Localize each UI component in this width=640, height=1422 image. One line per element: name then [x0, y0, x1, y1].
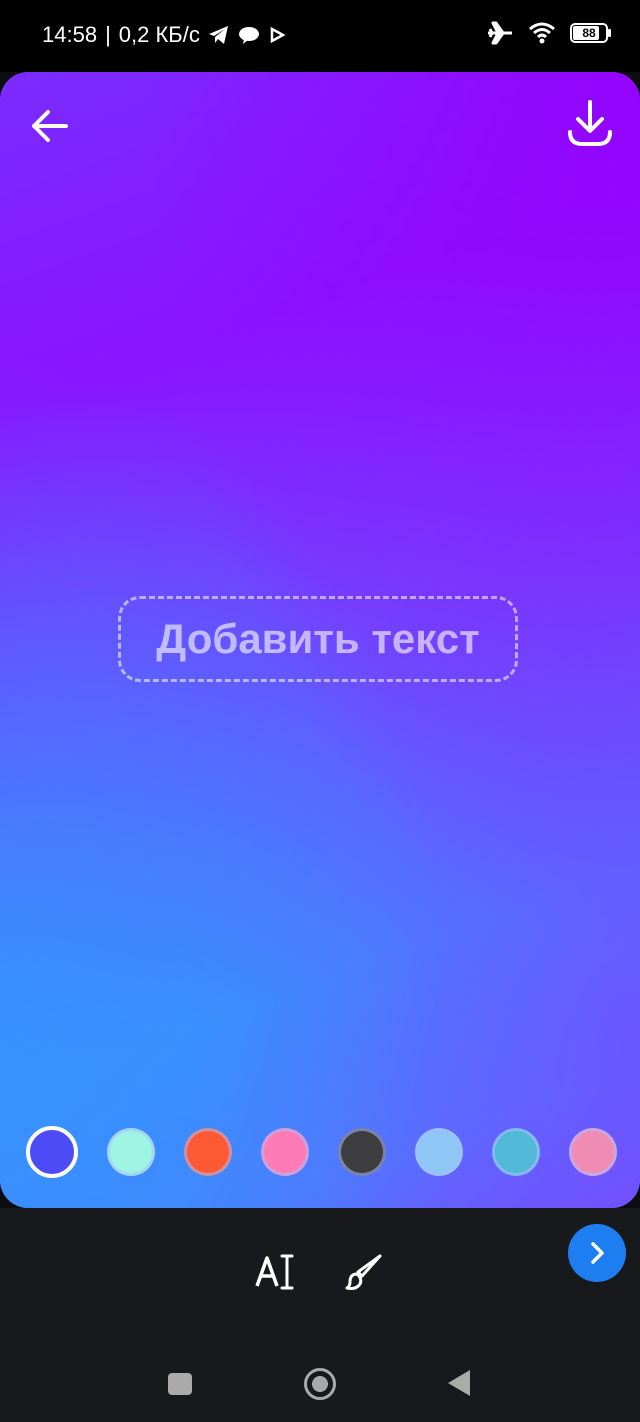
status-bar: 14:58 | 0,2 КБ/с 88 — [0, 0, 640, 72]
swatch-color-3[interactable] — [184, 1128, 232, 1176]
telegram-icon — [208, 26, 228, 44]
swatch-color-4[interactable] — [261, 1128, 309, 1176]
swatch-color-1[interactable] — [26, 1126, 78, 1178]
status-right: 88 — [486, 20, 611, 46]
battery-icon: 88 — [570, 23, 611, 43]
airplane-icon — [488, 21, 512, 45]
brush-icon[interactable] — [344, 1252, 384, 1292]
status-time: 14:58 — [42, 22, 98, 47]
swatch-color-8[interactable] — [569, 1128, 617, 1176]
swatch-color-2[interactable] — [107, 1128, 155, 1176]
home-button[interactable] — [304, 1368, 336, 1400]
back-arrow-icon[interactable] — [28, 104, 72, 148]
text-tool-icon[interactable] — [254, 1252, 294, 1292]
swatch-color-5[interactable] — [338, 1128, 386, 1176]
editor-toolbar — [0, 1208, 640, 1328]
chat-bubble-icon — [238, 27, 259, 44]
wifi-icon — [529, 22, 555, 44]
status-separator: | — [105, 22, 111, 47]
color-swatches — [26, 1126, 626, 1178]
next-button[interactable] — [568, 1224, 626, 1282]
swatch-color-6[interactable] — [415, 1128, 463, 1176]
story-canvas[interactable]: Добавить текст — [0, 72, 640, 1208]
recents-button[interactable] — [168, 1373, 192, 1395]
status-speed: 0,2 КБ/с — [118, 22, 200, 47]
add-text-placeholder[interactable]: Добавить текст — [118, 596, 518, 682]
status-left: 14:58 | 0,2 КБ/с — [42, 22, 286, 48]
chevron-right-icon — [591, 1242, 604, 1264]
swatch-color-7[interactable] — [492, 1128, 540, 1176]
system-nav-bar — [0, 1328, 640, 1422]
play-icon — [270, 26, 286, 44]
download-icon[interactable] — [566, 98, 614, 150]
back-button[interactable] — [448, 1370, 470, 1396]
